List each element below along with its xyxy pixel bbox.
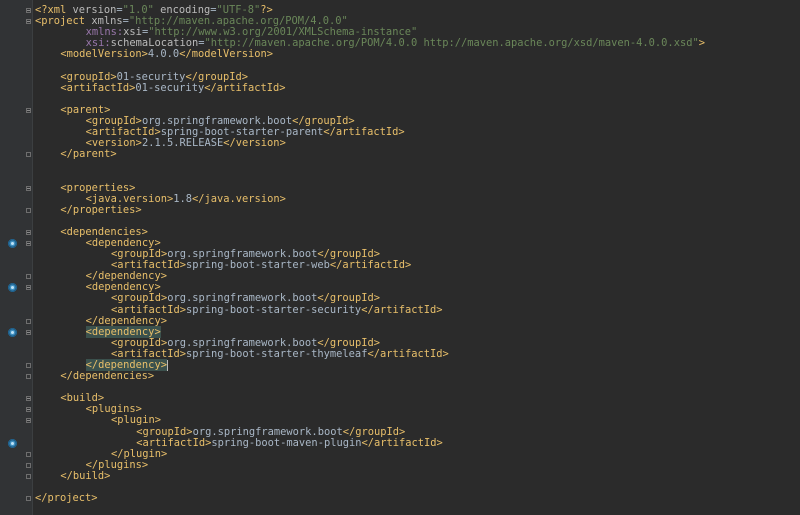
code-line[interactable] [0, 94, 800, 105]
code-line[interactable]: </dependencies> [0, 371, 800, 382]
code-text: </dependencies> [60, 371, 154, 382]
code-token: </artifactId> [329, 259, 412, 272]
fold-collapse-icon[interactable] [26, 19, 31, 25]
code-text: </build> [60, 469, 111, 482]
code-token: </dependency> [85, 314, 167, 327]
text-cursor [166, 360, 168, 371]
maven-dependency-icon[interactable] [8, 438, 17, 448]
fold-end-icon[interactable] [26, 207, 31, 213]
fold-end-icon[interactable] [26, 496, 31, 502]
code-line[interactable]: <modelVersion>4.0.0</modelVersion> [0, 49, 800, 60]
fold-collapse-icon[interactable] [26, 240, 31, 246]
code-text: <artifactId>01-security</artifactId> [60, 81, 286, 94]
code-text: <artifactId>spring-boot-maven-plugin</ar… [136, 436, 443, 449]
code-token: </artifactId> [361, 436, 443, 449]
code-line[interactable]: <artifactId>01-security</artifactId> [0, 81, 800, 94]
fold-end-icon[interactable] [26, 318, 31, 324]
code-token: </properties> [60, 203, 142, 216]
code-token: > [698, 37, 705, 50]
code-token: "http://maven.apache.org/POM/4.0.0 http:… [204, 37, 699, 50]
code-token: </modelVersion> [179, 48, 274, 61]
code-line[interactable]: </plugins> [0, 459, 800, 471]
code-text: </parent> [60, 149, 116, 160]
maven-dependency-icon[interactable] [8, 283, 17, 293]
code-token: 1.8 [173, 192, 192, 205]
code-token: </artifactId> [361, 303, 443, 316]
code-token: </parent> [60, 148, 117, 161]
code-token: </project> [35, 492, 98, 505]
code-token: spring-boot-starter-web [186, 259, 330, 272]
code-line[interactable] [0, 160, 800, 171]
fold-end-icon[interactable] [26, 374, 31, 380]
fold-end-icon[interactable] [26, 473, 31, 479]
fold-collapse-icon[interactable] [26, 285, 31, 291]
code-text: </properties> [60, 203, 142, 216]
code-editor[interactable]: <?xml version="1.0" encoding="UTF-8"?> <p… [0, 0, 800, 515]
code-token: 01-security [135, 81, 205, 94]
code-token: <modelVersion> [60, 48, 148, 61]
fold-collapse-icon[interactable] [26, 407, 31, 413]
fold-collapse-icon[interactable] [26, 229, 31, 235]
code-line[interactable]: <version>2.1.5.RELEASE</version> [0, 138, 800, 149]
code-line[interactable] [0, 382, 800, 393]
code-line[interactable]: </project> [0, 493, 800, 504]
fold-collapse-icon[interactable] [26, 8, 31, 13]
fold-end-icon[interactable] [26, 451, 31, 457]
code-token: </java.version> [192, 192, 286, 205]
code-token: spring-boot-maven-plugin [211, 436, 362, 449]
code-token: 4.0.0 [147, 48, 180, 61]
maven-dependency-icon[interactable] [8, 238, 17, 248]
fold-end-icon[interactable] [26, 274, 31, 280]
fold-end-icon[interactable] [26, 462, 31, 468]
maven-dependency-icon[interactable] [8, 327, 17, 337]
code-token: 2.1.5.RELEASE [141, 137, 224, 150]
fold-end-icon[interactable] [26, 152, 31, 158]
fold-collapse-icon[interactable] [26, 418, 31, 424]
fold-end-icon[interactable] [26, 363, 31, 368]
fold-collapse-icon[interactable] [26, 185, 31, 191]
code-line[interactable] [0, 482, 800, 493]
code-token: </artifactId> [323, 126, 405, 139]
code-text: </project> [35, 493, 98, 504]
code-line[interactable]: </build> [0, 469, 800, 482]
code-token: <artifactId> [60, 81, 136, 94]
fold-collapse-icon[interactable] [26, 396, 31, 402]
code-token: </dependencies> [60, 370, 155, 383]
code-token: </artifactId> [204, 81, 286, 94]
code-text: <modelVersion>4.0.0</modelVersion> [60, 49, 273, 60]
fold-collapse-icon[interactable] [26, 107, 31, 113]
code-token: spring-boot-starter-security [186, 303, 362, 316]
code-lines[interactable]: <?xml version="1.0" encoding="UTF-8"?> <p… [0, 4, 800, 504]
code-token: </artifactId> [367, 347, 449, 360]
code-line[interactable]: </properties> [0, 203, 800, 216]
code-token: spring-boot-starter-thymeleaf [186, 347, 368, 360]
code-line[interactable]: </parent> [0, 149, 800, 160]
fold-collapse-icon[interactable] [26, 329, 31, 335]
code-token: </build> [60, 469, 111, 482]
code-token: </version> [223, 137, 286, 150]
code-token: <project [35, 15, 92, 28]
